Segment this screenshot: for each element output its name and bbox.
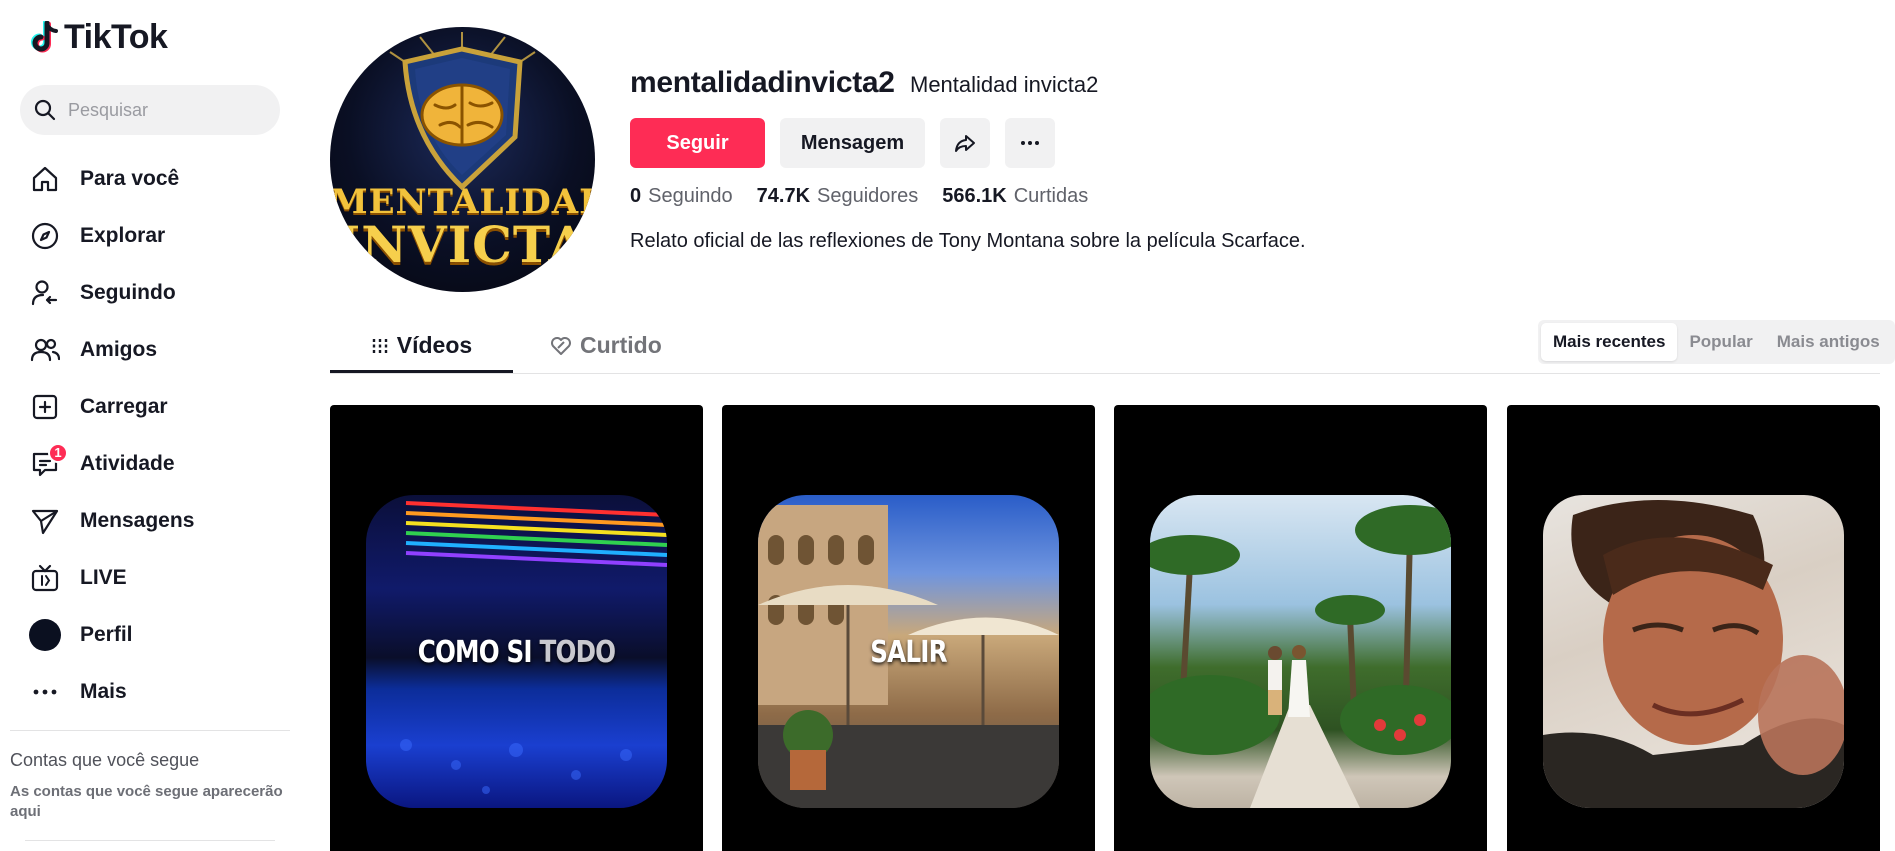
following-icon — [28, 276, 62, 310]
sort-selector: Mais recentes Popular Mais antigos — [1538, 320, 1895, 364]
sidebar-item-label: Explorar — [80, 223, 166, 247]
activity-icon: 1 — [28, 442, 68, 481]
sidebar-item-following[interactable]: Seguindo — [28, 264, 194, 321]
sidebar-item-label: Mais — [80, 679, 127, 703]
likes-label: Curtidas — [1013, 185, 1089, 207]
sidebar-item-label: Carregar — [80, 394, 168, 418]
compass-icon — [28, 219, 62, 253]
video-thumbnail — [1543, 495, 1844, 808]
sidebar-item-live[interactable]: LIVE — [28, 549, 194, 606]
profile-username: mentalidadinvicta2 — [630, 66, 895, 99]
search-icon — [34, 99, 56, 121]
caption-text-dim: TODO — [539, 635, 617, 670]
followers-stat[interactable]: 74.7K Seguidores — [757, 185, 919, 208]
divider — [10, 730, 290, 731]
message-button[interactable]: Mensagem — [780, 118, 925, 168]
sidebar-item-friends[interactable]: Amigos — [28, 321, 194, 378]
sidebar-item-upload[interactable]: Carregar — [28, 378, 194, 435]
sidebar-item-label: Mensagens — [80, 508, 195, 532]
caption-text: COMO SI — [417, 635, 540, 670]
liked-heart-icon — [551, 336, 571, 355]
following-stat[interactable]: 0 Seguindo — [630, 185, 733, 208]
friends-icon — [28, 333, 62, 367]
tab-videos[interactable]: Vídeos — [330, 318, 513, 373]
sidebar-item-label: Amigos — [80, 337, 158, 361]
messages-icon — [28, 504, 62, 538]
following-label: Seguindo — [648, 185, 733, 207]
likes-count: 566.1K — [942, 185, 1007, 207]
caption-text: SALIR — [870, 635, 947, 670]
following-count: 0 — [630, 185, 642, 207]
followers-count: 74.7K — [756, 185, 811, 207]
tab-liked-label: Curtido — [580, 332, 662, 358]
search-bar[interactable] — [20, 85, 280, 135]
sidebar-item-label: Perfil — [80, 622, 133, 646]
sidebar-item-for-you[interactable]: Para você — [28, 150, 194, 207]
video-caption: SALIR — [785, 635, 1032, 670]
video-card[interactable] — [1507, 405, 1880, 851]
more-icon — [28, 675, 62, 709]
portrait-graphic — [1543, 500, 1844, 808]
videos-grid-icon — [372, 338, 387, 353]
profile-nickname: Mentalidad invicta2 — [910, 72, 1099, 97]
tab-liked[interactable]: Curtido — [550, 318, 662, 373]
video-card[interactable]: COMO SI TODO — [330, 405, 703, 851]
profile-bio: Relato oficial de las reflexiones de Ton… — [630, 230, 1306, 252]
sidebar-item-label: LIVE — [80, 565, 127, 589]
sort-most-recent[interactable]: Mais recentes — [1541, 323, 1678, 361]
share-icon — [955, 135, 975, 152]
avatar-brand-text: INVICTA — [336, 215, 589, 274]
sidebar-item-activity[interactable]: 1 Atividade — [28, 435, 194, 492]
live-icon — [28, 561, 62, 595]
search-input[interactable] — [68, 99, 268, 121]
home-icon — [28, 162, 62, 196]
video-caption: COMO SI TODO — [393, 635, 640, 670]
follow-button[interactable]: Seguir — [630, 118, 765, 168]
video-card[interactable] — [1114, 405, 1487, 851]
notification-badge: 1 — [48, 442, 68, 463]
active-tab-indicator — [330, 370, 513, 373]
sort-oldest[interactable]: Mais antigos — [1765, 323, 1892, 361]
video-thumbnail — [1150, 495, 1451, 808]
sidebar-item-messages[interactable]: Mensagens — [28, 492, 194, 549]
divider — [25, 840, 275, 841]
following-accounts-hint: As contas que você segue aparecerão aqui — [10, 783, 283, 820]
more-icon — [1021, 141, 1039, 145]
palm-garden-graphic — [1150, 505, 1451, 808]
sidebar-item-profile[interactable]: Perfil — [28, 606, 194, 663]
following-accounts-title: Contas que você segue — [10, 750, 200, 770]
avatar — [29, 618, 61, 651]
upload-icon — [28, 390, 62, 424]
sort-popular[interactable]: Popular — [1677, 323, 1764, 361]
sidebar-item-label: Seguindo — [80, 280, 176, 304]
logo-text: TikTok — [64, 18, 168, 56]
sidebar-item-explore[interactable]: Explorar — [28, 207, 194, 264]
video-card[interactable]: SALIR — [722, 405, 1095, 851]
sidebar-item-label: Atividade — [80, 451, 175, 475]
profile-avatar-icon — [28, 618, 62, 652]
share-button[interactable] — [940, 118, 990, 168]
followers-label: Seguidores — [817, 185, 919, 207]
more-options-button[interactable] — [1005, 118, 1055, 168]
tab-videos-label: Vídeos — [396, 332, 473, 358]
video-thumbnail: COMO SI TODO — [366, 495, 667, 808]
profile-stats: 0 Seguindo 74.7K Seguidores 566.1K Curti… — [630, 185, 1088, 208]
video-thumbnail: SALIR — [758, 495, 1059, 808]
tiktok-logo[interactable]: TikTok — [30, 18, 168, 57]
sidebar: TikTok Para você Explorar Seguindo — [0, 0, 300, 851]
likes-stat: 566.1K Curtidas — [942, 185, 1088, 208]
sidebar-item-more[interactable]: Mais — [28, 663, 194, 720]
sidebar-nav: Para você Explorar Seguindo Amigos Carre… — [28, 150, 194, 720]
profile-avatar[interactable]: MENTALIDAD INVICTA — [330, 27, 595, 292]
sidebar-item-label: Para você — [80, 166, 180, 190]
tiktok-note-icon — [31, 20, 58, 52]
